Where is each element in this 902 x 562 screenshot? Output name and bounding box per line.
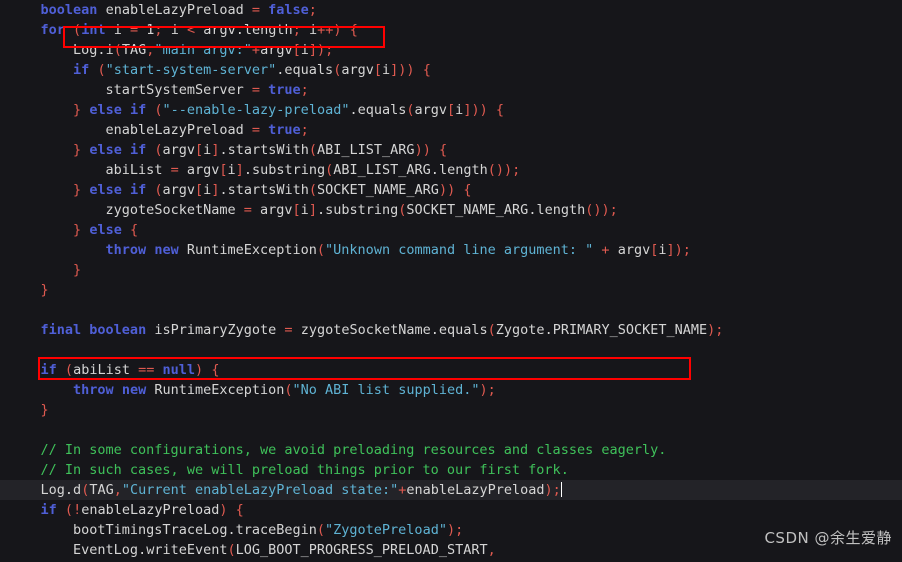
code-line[interactable]: enableLazyPreload = true;	[0, 120, 902, 140]
text-caret	[560, 482, 562, 497]
code-line[interactable]: }	[0, 280, 902, 300]
code-line[interactable]: } else if (argv[i].startsWith(SOCKET_NAM…	[0, 180, 902, 200]
code-line[interactable]: boolean enableLazyPreload = false;	[0, 0, 902, 20]
code-line[interactable]: }	[0, 400, 902, 420]
code-line[interactable]	[0, 340, 902, 360]
code-line[interactable]: if ("start-system-server".equals(argv[i]…	[0, 60, 902, 80]
code-line[interactable]: } else if ("--enable-lazy-preload".equal…	[0, 100, 902, 120]
code-line[interactable]: }	[0, 260, 902, 280]
code-line[interactable]: for (int i = 1; i < argv.length; i++) {	[0, 20, 902, 40]
code-line[interactable]: if (abiList == null) {	[0, 360, 902, 380]
code-line[interactable]: startSystemServer = true;	[0, 80, 902, 100]
code-line[interactable]: } else {	[0, 220, 902, 240]
code-line[interactable]: // In some configurations, we avoid prel…	[0, 440, 902, 460]
code-line[interactable]: throw new RuntimeException("Unknown comm…	[0, 240, 902, 260]
code-line[interactable]: zygoteSocketName = argv[i].substring(SOC…	[0, 200, 902, 220]
code-line[interactable]: abiList = argv[i].substring(ABI_LIST_ARG…	[0, 160, 902, 180]
watermark-text: CSDN @余生爱静	[764, 529, 892, 547]
code-line[interactable]: Log.d(TAG,"Current enableLazyPreload sta…	[0, 480, 902, 500]
code-line[interactable]: if (!enableLazyPreload) {	[0, 500, 902, 520]
code-line[interactable]	[0, 420, 902, 440]
code-editor-screenshot: boolean enableLazyPreload = false; for (…	[0, 0, 902, 562]
code-line[interactable]: // In such cases, we will preload things…	[0, 460, 902, 480]
code-text-area[interactable]: boolean enableLazyPreload = false; for (…	[0, 0, 902, 562]
code-line[interactable]: Log.i(TAG,"main argv:"+argv[i]);	[0, 40, 902, 60]
code-line[interactable]: throw new RuntimeException("No ABI list …	[0, 380, 902, 400]
code-line[interactable]: final boolean isPrimaryZygote = zygoteSo…	[0, 320, 902, 340]
code-line[interactable]: } else if (argv[i].startsWith(ABI_LIST_A…	[0, 140, 902, 160]
code-line[interactable]	[0, 300, 902, 320]
